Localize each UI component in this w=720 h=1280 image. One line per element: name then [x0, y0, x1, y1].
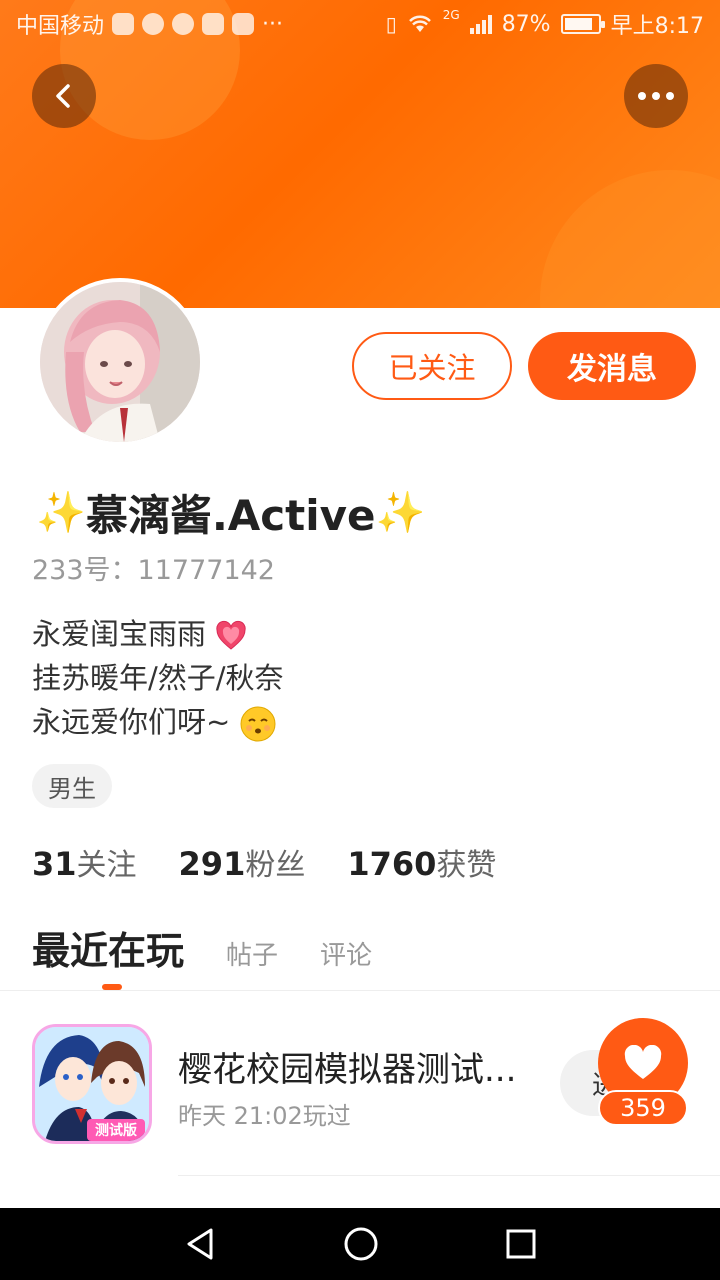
sparkles-icon: ✨ — [375, 489, 426, 536]
profile-stats: 31 关注 291 粉丝 1760 获赞 — [32, 840, 538, 884]
like-count: 359 — [598, 1090, 688, 1126]
tab-recently-played[interactable]: 最近在玩 — [32, 920, 184, 975]
chevron-left-icon — [56, 84, 70, 108]
status-bar: 中国移动 ··· ▯ 2G 87% 早上8:17 — [0, 0, 720, 48]
wifi-icon — [408, 15, 431, 32]
signal-icon — [469, 14, 492, 34]
gender-tag: 男生 — [32, 764, 112, 808]
stat-label: 获赞 — [436, 848, 497, 883]
vibrate-icon: ▯ — [385, 12, 397, 36]
app-notification-icon — [232, 13, 255, 35]
more-horizontal-icon — [638, 92, 674, 100]
nav-back-icon[interactable] — [183, 1226, 217, 1262]
clock: 早上8:17 — [610, 14, 704, 39]
tab-comments[interactable]: 评论 — [320, 935, 372, 972]
header-decor-circle — [540, 170, 720, 308]
heart-icon — [624, 1045, 662, 1079]
kissing-face-emoji-icon — [240, 706, 276, 742]
tab-posts[interactable]: 帖子 — [226, 935, 278, 972]
divider — [178, 1175, 720, 1176]
send-message-button[interactable]: 发消息 — [528, 332, 696, 400]
more-notifications-icon: ··· — [262, 11, 283, 37]
followed-button[interactable]: 已关注 — [352, 332, 512, 400]
user-id-label: 233号： — [32, 555, 138, 586]
nav-recents-icon[interactable] — [505, 1228, 537, 1260]
music-notification-icon — [202, 13, 225, 35]
app-notification-icon — [142, 13, 165, 35]
carrier-label: 中国移动 — [16, 14, 105, 39]
stat-label: 粉丝 — [245, 848, 306, 883]
battery-icon — [560, 14, 605, 34]
avatar[interactable] — [36, 278, 204, 446]
stat-value: 1760 — [347, 845, 437, 883]
following-stat[interactable]: 31 关注 — [32, 840, 137, 884]
battery-fill — [564, 18, 593, 30]
game-icon: 测试版 — [32, 1024, 152, 1144]
bio-line: 永远爱你们呀~ — [32, 705, 231, 739]
user-bio: 永爱闺宝雨雨 挂苏暖年/然子/秋奈 永远爱你们呀~ — [32, 612, 284, 744]
user-id: 233号：11777142 — [32, 548, 275, 587]
user-id-value: 11777142 — [137, 555, 275, 586]
followers-stat[interactable]: 291 粉丝 — [179, 840, 306, 884]
game-title: 樱花校园模拟器测试... — [178, 1050, 517, 1090]
bio-line: 永爱闺宝雨雨 — [32, 617, 207, 651]
stat-value: 291 — [178, 845, 246, 883]
nav-home-icon[interactable] — [343, 1226, 379, 1262]
game-badge-text: 测试版 — [95, 1122, 137, 1139]
game-last-played: 昨天 21:02玩过 — [178, 1102, 351, 1130]
divider — [0, 990, 720, 991]
chat-notification-icon — [172, 13, 195, 35]
user-name: ✨ 慕漓酱.Active ✨ — [36, 484, 425, 540]
profile-tabs: 最近在玩 帖子 评论 — [32, 920, 414, 975]
likes-stat[interactable]: 1760 获赞 — [347, 840, 496, 884]
game-cover-image: 测试版 — [35, 1027, 149, 1141]
battery-percent: 87% — [501, 11, 551, 37]
more-options-button[interactable] — [624, 64, 688, 128]
heart-emoji-icon — [216, 620, 246, 650]
network-type-label: 2G — [442, 8, 460, 22]
stat-value: 31 — [32, 845, 77, 883]
back-button[interactable] — [32, 64, 96, 128]
sparkles-icon: ✨ — [36, 489, 86, 536]
bio-line: 挂苏暖年/然子/秋奈 — [32, 661, 284, 695]
avatar-image — [40, 282, 200, 442]
user-name-text: 慕漓酱.Active — [85, 490, 376, 540]
system-navigation-bar — [0, 1208, 720, 1280]
stat-label: 关注 — [76, 848, 137, 883]
app-notification-icon — [112, 13, 135, 35]
